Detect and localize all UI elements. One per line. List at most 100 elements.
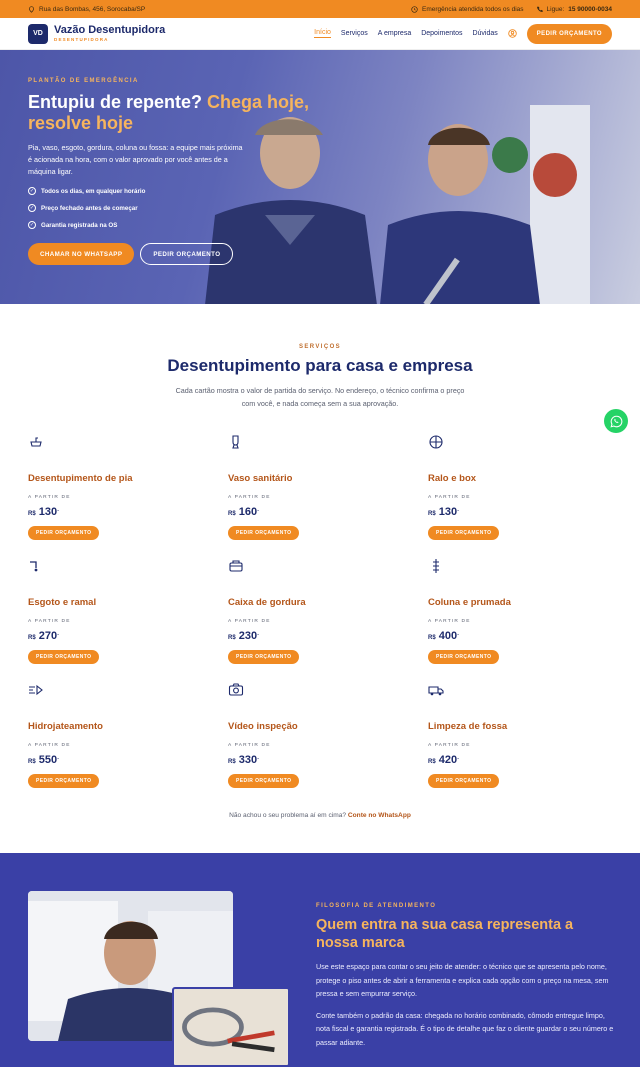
whatsapp-button[interactable]: CHAMAR NO WHATSAPP bbox=[28, 243, 135, 265]
column-icon bbox=[433, 559, 439, 573]
note-text: Não achou o seu problema aí em cima? bbox=[229, 812, 347, 819]
currency: R$ bbox=[28, 759, 36, 765]
service-quote-button[interactable]: PEDIR ORÇAMENTO bbox=[428, 650, 500, 664]
service-quote-button[interactable]: PEDIR ORÇAMENTO bbox=[228, 526, 300, 540]
price-from-label: A PARTIR DE bbox=[228, 743, 271, 748]
service-card: Limpeza de fossa A PARTIR DE R$ 420´ PEDIR … bbox=[428, 682, 628, 806]
service-name: Hidrojateamento bbox=[28, 721, 103, 732]
service-name: Vídeo inspeção bbox=[228, 721, 298, 732]
hours: Emergência atendida todos os dias bbox=[411, 6, 524, 13]
services-note: Não achou o seu problema aí em cima? Con… bbox=[28, 812, 612, 819]
service-name: Ralo e box bbox=[428, 473, 477, 484]
service-name: Vaso sanitário bbox=[228, 473, 293, 484]
service-card: Hidrojateamento A PARTIR DE R$ 550´ PEDIR O… bbox=[28, 682, 228, 806]
service-card: Ralo e box A PARTIR DE R$ 130´ PEDIR ORÇAME… bbox=[428, 434, 628, 558]
price-from-label: A PARTIR DE bbox=[28, 743, 71, 748]
phone-link[interactable]: Ligue: 15 90000-0034 bbox=[536, 6, 612, 13]
price-value: 230 bbox=[238, 630, 258, 642]
price-value: 400 bbox=[438, 630, 458, 642]
price-from-label: A PARTIR DE bbox=[228, 619, 271, 624]
services-eyebrow: SERVIÇOS bbox=[298, 344, 342, 350]
tools-photo bbox=[172, 987, 290, 1067]
service-quote-button[interactable]: PEDIR ORÇAMENTO bbox=[28, 650, 100, 664]
sink-icon bbox=[30, 437, 42, 447]
hero-quote-button[interactable]: PEDIR ORÇAMENTO bbox=[140, 243, 234, 265]
service-price: R$ 160´ bbox=[228, 506, 260, 518]
service-quote-button[interactable]: PEDIR ORÇAMENTO bbox=[28, 774, 100, 788]
water-jet-icon bbox=[29, 684, 43, 696]
service-price: R$ 270´ bbox=[28, 630, 60, 642]
service-price: R$ 330´ bbox=[228, 754, 260, 766]
currency: R$ bbox=[228, 511, 236, 517]
service-quote-button[interactable]: PEDIR ORÇAMENTO bbox=[28, 526, 100, 540]
call-label: Ligue: bbox=[546, 5, 565, 13]
camera-icon bbox=[228, 683, 244, 696]
service-quote-button[interactable]: PEDIR ORÇAMENTO bbox=[228, 650, 300, 664]
check-text: Todos os dias, em qualquer horário bbox=[41, 187, 146, 195]
price-from-label: A PARTIR DE bbox=[28, 495, 71, 500]
about-title: Quem entra na sua casa representa a noss… bbox=[316, 917, 574, 951]
service-price: R$ 550´ bbox=[28, 754, 60, 766]
service-card: Caixa de gordura A PARTIR DE R$ 230´ PEDIR … bbox=[228, 558, 428, 682]
check-icon: ✓ bbox=[28, 221, 36, 229]
about-paragraph-1: Use este espaço para contar o seu jeito … bbox=[316, 962, 609, 998]
services-lead-line: Cada cartão mostra o valor de partida do… bbox=[175, 386, 465, 395]
check-text: Garantia registrada na OS bbox=[41, 221, 118, 229]
nav-depoimentos[interactable]: Depoimentos bbox=[421, 30, 462, 37]
price-value: 130 bbox=[438, 506, 458, 518]
price-from-label: A PARTIR DE bbox=[228, 495, 271, 500]
pin-icon bbox=[29, 5, 34, 13]
price-from-label: A PARTIR DE bbox=[428, 495, 471, 500]
about-paragraph-2: Conte também o padrão da casa: chegada n… bbox=[316, 1010, 614, 1047]
service-quote-button[interactable]: PEDIR ORÇAMENTO bbox=[228, 774, 300, 788]
nav-quote-button[interactable]: PEDIR ORÇAMENTO bbox=[526, 23, 612, 44]
price-value: 550 bbox=[38, 754, 58, 766]
hero-eyebrow: PLANTÃO DE EMERGÊNCIA bbox=[28, 78, 139, 84]
service-name: Desentupimento de pia bbox=[28, 473, 133, 484]
services-lead-line: com você, e nada começa sem a sua aprova… bbox=[241, 399, 399, 408]
currency: R$ bbox=[428, 635, 436, 641]
service-name: Limpeza de fossa bbox=[428, 721, 508, 732]
about-section: FILOSOFIA DE ATENDIMENTO Quem entra na s… bbox=[0, 853, 640, 1067]
nav-servicos[interactable]: Serviços bbox=[341, 30, 368, 37]
service-card: Esgoto e ramal A PARTIR DE R$ 270´ PEDIR OR… bbox=[28, 558, 228, 682]
price-value: 160 bbox=[238, 506, 258, 518]
currency: R$ bbox=[428, 511, 436, 517]
hero-check-item: ✓ Todos os dias, em qualquer horário bbox=[28, 187, 328, 195]
currency: R$ bbox=[228, 759, 236, 765]
pipe-icon bbox=[30, 561, 38, 572]
user-icon[interactable] bbox=[508, 29, 517, 38]
service-name: Coluna e prumada bbox=[428, 597, 511, 608]
box-icon bbox=[229, 560, 243, 572]
service-quote-button[interactable]: PEDIR ORÇAMENTO bbox=[428, 526, 500, 540]
service-price: R$ 420´ bbox=[428, 754, 460, 766]
price-value: 130 bbox=[38, 506, 58, 518]
hours-text: Emergência atendida todos os dias bbox=[421, 5, 524, 13]
top-bar: Rua das Bombas, 456, Sorocaba/SP Emergên… bbox=[0, 0, 640, 18]
brand-monogram: VD bbox=[28, 23, 48, 44]
nav-duvidas[interactable]: Dúvidas bbox=[472, 30, 497, 37]
services-title: Desentupimento para casa e empresa bbox=[167, 356, 473, 375]
hero-title: Entupiu de repente? Chega hoje, resolve … bbox=[28, 92, 328, 134]
services-grid: Desentupimento de pia A PARTIR DE R$ 130´ P… bbox=[28, 434, 612, 806]
service-quote-button[interactable]: PEDIR ORÇAMENTO bbox=[428, 774, 500, 788]
currency: R$ bbox=[28, 511, 36, 517]
clock-icon bbox=[411, 5, 418, 13]
price-value: 420 bbox=[438, 754, 458, 766]
brand-logo-link[interactable]: VD Vazão Desentupidora DESENTUPIDORA bbox=[28, 23, 166, 44]
phone-number: 15 90000-0034 bbox=[568, 5, 612, 13]
about-eyebrow: FILOSOFIA DE ATENDIMENTO bbox=[316, 903, 437, 909]
check-icon: ✓ bbox=[28, 187, 36, 195]
brand-name: Vazão Desentupidora bbox=[54, 24, 166, 36]
check-text: Preço fechado antes de começar bbox=[41, 204, 138, 212]
hero: PLANTÃO DE EMERGÊNCIA Entupiu de repente… bbox=[0, 50, 640, 304]
address: Rua das Bombas, 456, Sorocaba/SP bbox=[28, 6, 145, 13]
currency: R$ bbox=[28, 635, 36, 641]
price-from-label: A PARTIR DE bbox=[428, 619, 471, 624]
nav-empresa[interactable]: A empresa bbox=[378, 30, 411, 37]
service-price: R$ 230´ bbox=[228, 630, 260, 642]
nav-inicio[interactable]: Início bbox=[314, 29, 331, 38]
whatsapp-float-button[interactable] bbox=[604, 409, 628, 433]
phone-icon bbox=[536, 6, 543, 12]
whatsapp-link[interactable]: Conte no WhatsApp bbox=[348, 812, 411, 819]
